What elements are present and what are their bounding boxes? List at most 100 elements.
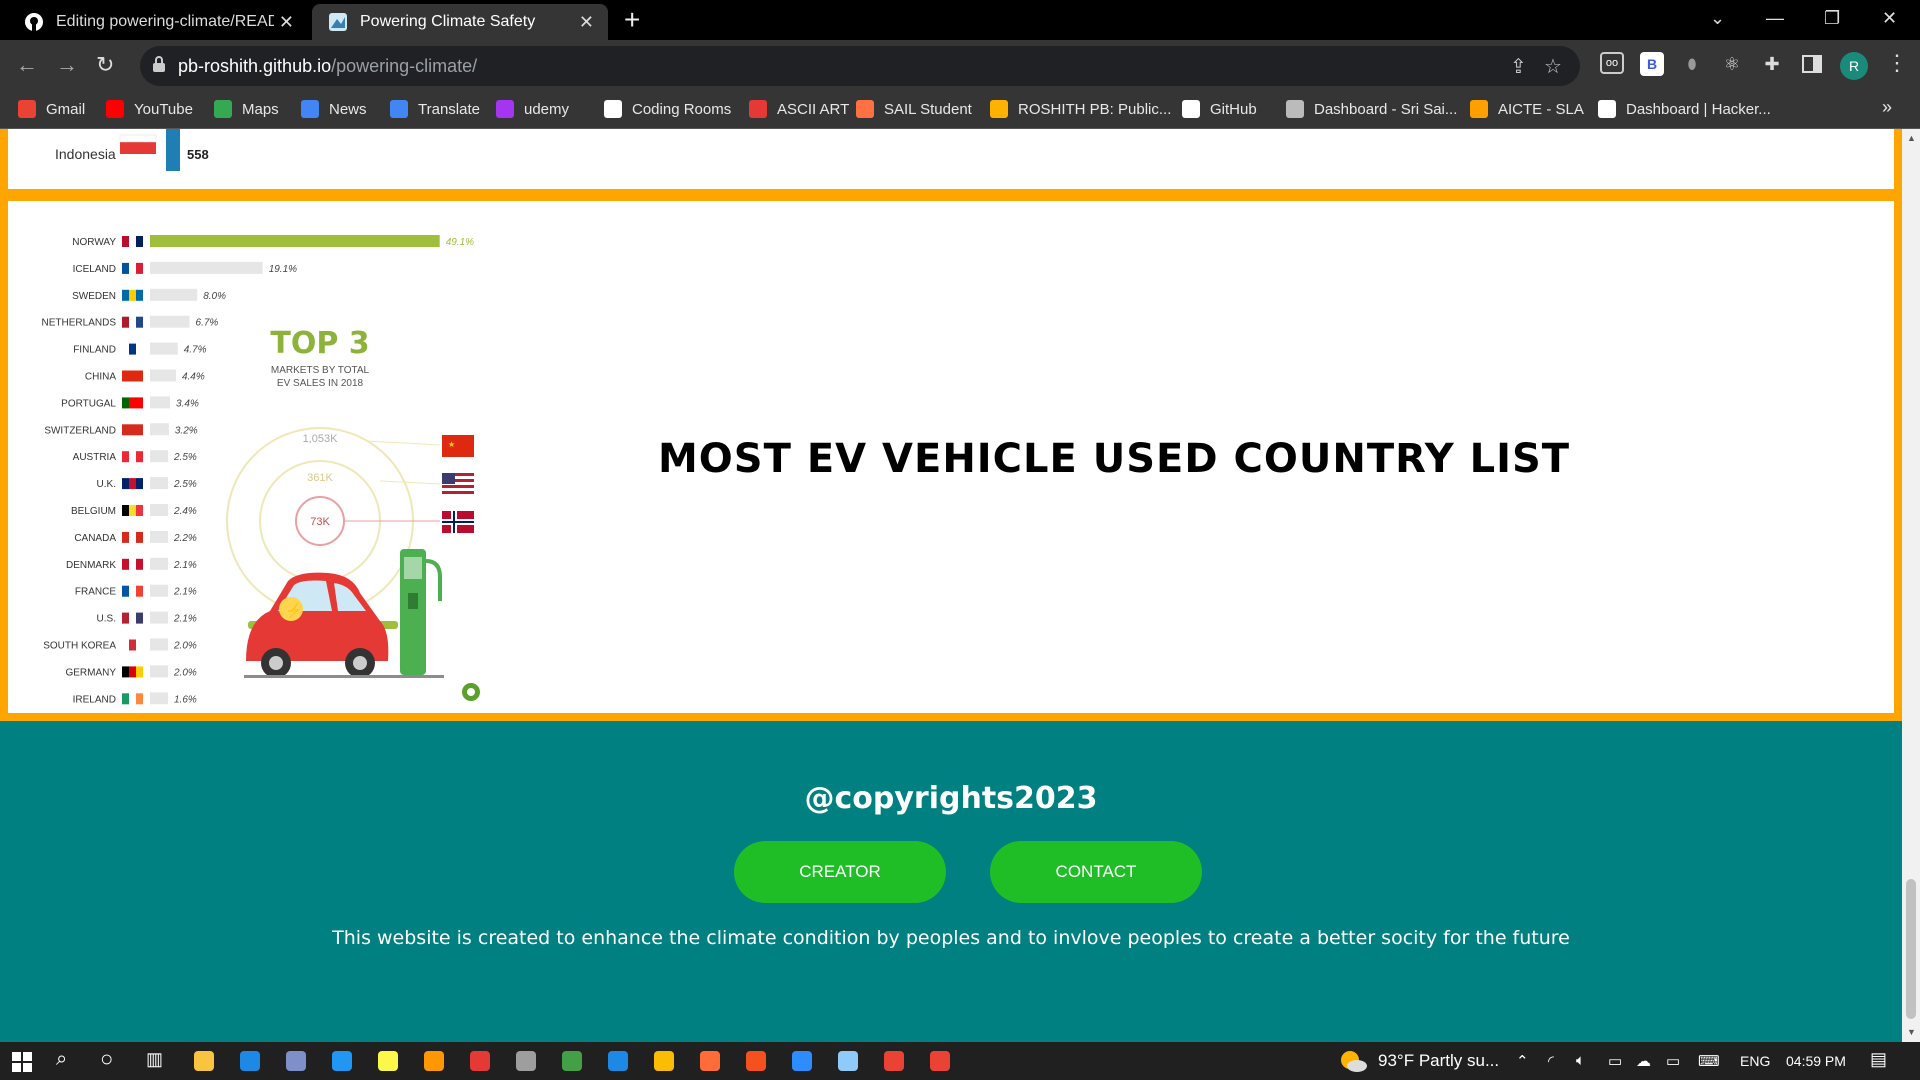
country-flag-icon xyxy=(122,505,143,516)
keyboard-icon[interactable]: ⌨ xyxy=(1698,1052,1720,1070)
zoom-icon[interactable] xyxy=(792,1051,812,1071)
bookmark-label: Gmail xyxy=(46,100,86,118)
app-grid-icon[interactable] xyxy=(470,1051,490,1071)
address-bar[interactable]: pb-roshith.github.io/powering-climate/ ⇪… xyxy=(140,46,1580,86)
extension-b-icon[interactable]: B xyxy=(1640,52,1664,76)
value-label: 2.0% xyxy=(173,667,197,678)
new-tab-button[interactable]: + xyxy=(624,6,640,34)
bar-china xyxy=(150,369,176,382)
onedrive-icon[interactable]: ☁ xyxy=(1636,1052,1651,1070)
url-host: pb-roshith.github.io xyxy=(178,56,332,76)
bookmark-item[interactable]: Coding Rooms xyxy=(604,100,731,118)
top3-subtitle-1: MARKETS BY TOTAL xyxy=(271,365,370,376)
country-label: PORTUGAL xyxy=(61,398,116,409)
minimize-button[interactable]: — xyxy=(1766,8,1784,29)
sublime-icon[interactable] xyxy=(424,1051,444,1071)
close-icon[interactable]: ✕ xyxy=(579,12,594,33)
notifications-icon[interactable]: ▤ xyxy=(1870,1049,1887,1070)
chrome-icon[interactable] xyxy=(654,1051,674,1071)
indonesia-flag-white xyxy=(119,134,157,143)
tab-powering-climate[interactable]: Powering Climate Safety ✕ xyxy=(312,4,608,40)
extension-bottle-icon[interactable]: ⬮ xyxy=(1680,52,1704,76)
bookmark-item[interactable]: udemy xyxy=(496,100,569,118)
search-icon[interactable]: ⌕ xyxy=(56,1048,67,1071)
star-icon[interactable]: ☆ xyxy=(1544,54,1562,79)
creator-button[interactable]: CREATOR xyxy=(734,841,946,903)
close-icon[interactable]: ✕ xyxy=(279,12,294,33)
weather-text[interactable]: 93°F Partly su... xyxy=(1378,1051,1499,1071)
r-app-icon[interactable] xyxy=(286,1051,306,1071)
bar-ireland xyxy=(150,692,168,705)
bookmark-item[interactable]: Gmail xyxy=(18,100,85,118)
task-view-icon[interactable]: ▥ xyxy=(146,1049,163,1070)
restore-button[interactable]: ❐ xyxy=(1824,8,1840,29)
vscode-icon[interactable] xyxy=(332,1051,352,1071)
country-label: NETHERLANDS xyxy=(42,318,117,329)
chrome-profile-icon[interactable] xyxy=(884,1051,904,1071)
share-icon[interactable]: ⇪ xyxy=(1510,54,1527,79)
tab-readme[interactable]: Editing powering-climate/README ✕ xyxy=(8,4,308,40)
country-flag-icon xyxy=(122,666,143,678)
menu-kebab-icon[interactable]: ⋮ xyxy=(1886,50,1908,76)
contact-button[interactable]: CONTACT xyxy=(990,841,1202,903)
tray-chevron-icon[interactable]: ⌃ xyxy=(1516,1052,1529,1070)
value-label: 2.2% xyxy=(173,533,197,544)
mail-icon[interactable] xyxy=(240,1051,260,1071)
extension-glasses-icon[interactable]: oo xyxy=(1600,52,1624,74)
volume-icon[interactable]: 🔈︎ xyxy=(1576,1052,1585,1069)
lock-icon[interactable] xyxy=(152,56,166,72)
app-pill-icon[interactable] xyxy=(516,1051,536,1071)
file-explorer-icon[interactable] xyxy=(194,1051,214,1071)
leader-line xyxy=(379,480,441,485)
country-flag-icon xyxy=(122,316,143,328)
bookmark-item[interactable]: SAIL Student xyxy=(856,100,972,118)
bookmark-item[interactable]: YouTube xyxy=(106,100,193,118)
clock[interactable]: 04:59 PM xyxy=(1786,1053,1846,1069)
page-scrollbar[interactable]: ▲ ▼ xyxy=(1902,129,1920,1042)
chart-bar xyxy=(166,129,180,171)
bookmark-item[interactable]: Translate xyxy=(390,100,480,118)
meet-icon[interactable]: ▭ xyxy=(1608,1052,1622,1070)
language-indicator[interactable]: ENG xyxy=(1740,1053,1770,1069)
git-icon[interactable] xyxy=(746,1051,766,1071)
snip-icon[interactable] xyxy=(838,1051,858,1071)
windows-start-icon[interactable] xyxy=(12,1052,32,1072)
windows-taskbar: ⌕ ○ ▥ 93°F Partly su... ⌃ ◜ 🔈︎ ▭ ☁ ▭ ⌨ E… xyxy=(0,1042,1920,1080)
network-icon[interactable]: ◜ xyxy=(1548,1052,1554,1070)
window-close-button[interactable]: ✕ xyxy=(1882,8,1897,29)
back-arrow-icon[interactable]: ← xyxy=(16,52,38,78)
bookmark-item[interactable]: ASCII ART xyxy=(749,100,849,118)
scrollbar-thumb[interactable] xyxy=(1906,879,1916,1019)
bookmark-item[interactable]: Dashboard - Sri Sai... xyxy=(1286,100,1457,118)
bookmark-item[interactable]: Maps xyxy=(214,100,279,118)
country-flag-icon xyxy=(122,370,143,382)
reload-icon[interactable]: ↻ xyxy=(96,52,114,78)
bookmarks-overflow-icon[interactable]: » xyxy=(1882,97,1892,118)
value-label: 8.0% xyxy=(203,291,226,302)
chrome-canary-icon[interactable] xyxy=(930,1051,950,1071)
scroll-down-arrow-icon[interactable]: ▼ xyxy=(1907,1027,1916,1037)
cortana-icon[interactable]: ○ xyxy=(100,1046,113,1072)
refresh-app-icon[interactable] xyxy=(562,1051,582,1071)
extension-react-icon[interactable]: ⚛ xyxy=(1720,52,1744,76)
bookmark-item[interactable]: ROSHITH PB: Public... xyxy=(990,100,1171,118)
bookmark-item[interactable]: AICTE - SLA xyxy=(1470,100,1584,118)
edge-icon[interactable] xyxy=(608,1051,628,1071)
bookmark-item[interactable]: GitHub xyxy=(1182,100,1257,118)
postman-icon[interactable] xyxy=(700,1051,720,1071)
country-label: SWITZERLAND xyxy=(44,425,116,436)
value-label: 2.1% xyxy=(173,560,197,571)
weather-icon[interactable] xyxy=(1338,1048,1368,1074)
battery-icon[interactable]: ▭ xyxy=(1666,1052,1680,1070)
forward-arrow-icon[interactable]: → xyxy=(56,52,78,78)
side-panel-icon[interactable] xyxy=(1800,52,1824,76)
profile-avatar[interactable]: R xyxy=(1840,52,1868,80)
pycharm-icon[interactable] xyxy=(378,1051,398,1071)
extensions-puzzle-icon[interactable]: ✚ xyxy=(1760,52,1784,76)
scroll-up-arrow-icon[interactable]: ▲ xyxy=(1907,133,1916,143)
svg-text:⚡: ⚡ xyxy=(285,602,302,619)
tab-search-icon[interactable]: ⌄ xyxy=(1710,8,1725,29)
bookmark-favicon-icon xyxy=(496,100,514,118)
bookmark-item[interactable]: News xyxy=(301,100,367,118)
bookmark-item[interactable]: Dashboard | Hacker... xyxy=(1598,100,1771,118)
